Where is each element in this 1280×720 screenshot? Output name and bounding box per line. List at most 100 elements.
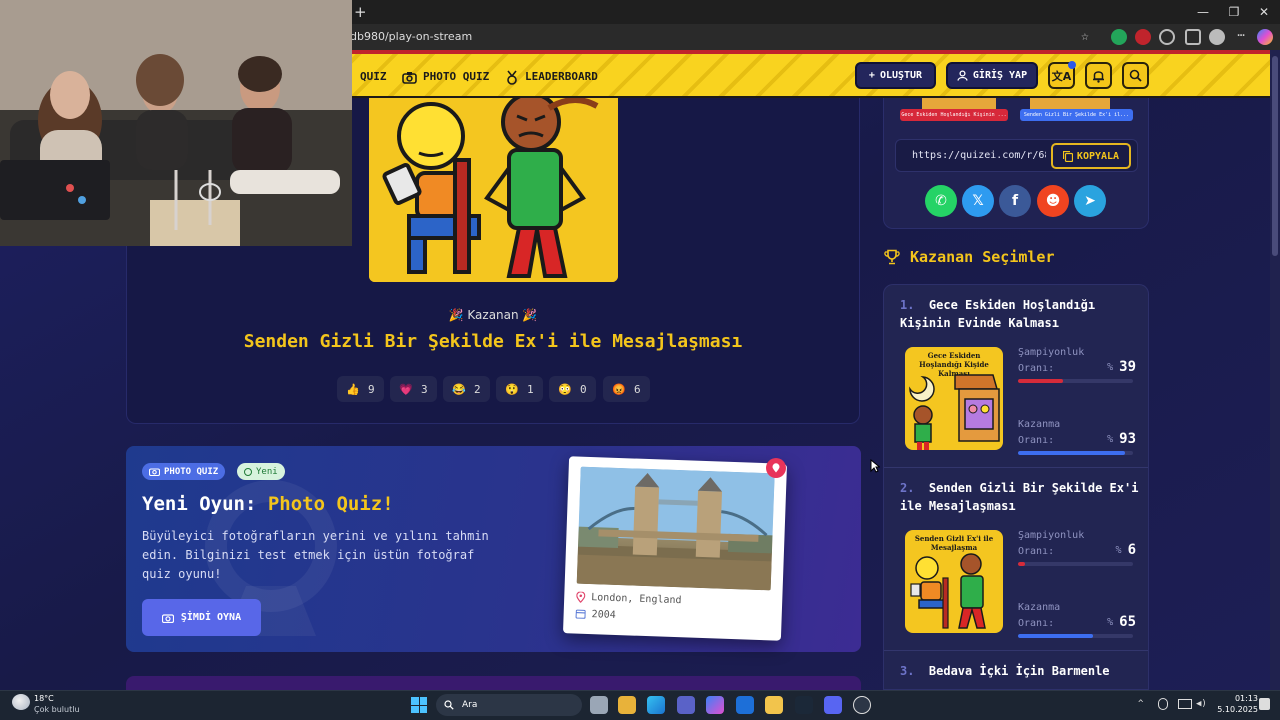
notifications-button[interactable] <box>1085 62 1112 89</box>
new-tab-button[interactable]: + <box>354 3 370 21</box>
reaction-heart[interactable]: 💗 3 <box>390 376 437 402</box>
share-x-button[interactable]: 𝕏 <box>962 185 994 217</box>
extensions-puzzle-icon[interactable] <box>1159 29 1175 45</box>
pct-sign: % <box>1107 433 1114 445</box>
share-reddit-button[interactable]: ☻ <box>1037 185 1069 217</box>
copy-button[interactable]: KOPYALA <box>1051 143 1131 169</box>
win-label-line1: Kazanma <box>1018 419 1061 430</box>
copilot-icon[interactable] <box>1257 29 1273 45</box>
reaction-flushed[interactable]: 😳 0 <box>549 376 596 402</box>
share-thumb-2: Senden Gizli Bir Şekilde Ex'i il... <box>1020 98 1133 126</box>
choice-2-image-text: Senden Gizli Ex'i ile Mesajlaşma <box>914 534 994 552</box>
language-indicator-dot <box>1068 61 1076 69</box>
create-button[interactable]: + OLUŞTUR <box>855 62 936 89</box>
clock-date[interactable]: 5.10.2025 <box>1212 705 1258 715</box>
share-thumb-1-caption: Gece Eskiden Hoşlandığı Kişinin ... <box>900 109 1008 121</box>
extension-ublock-icon[interactable] <box>1135 29 1151 45</box>
file-explorer-icon[interactable] <box>765 696 783 714</box>
win-label-line2: Oranı: <box>1018 618 1055 629</box>
favorites-icon[interactable] <box>1185 29 1201 45</box>
reaction-laugh[interactable]: 😂 2 <box>443 376 490 402</box>
choice-1-champ-bar <box>1018 379 1133 383</box>
winner-kicker: 🎉 Kazanan 🎉 <box>448 308 538 322</box>
winning-choices-list: 1. Gece Eskiden Hoşlandığı Kişinin Evind… <box>883 284 1149 690</box>
reaction-thumbs-up[interactable]: 👍 9 <box>337 376 384 402</box>
win-rate-value: 65 <box>1119 614 1136 630</box>
discord-icon[interactable] <box>824 696 842 714</box>
choice-1-illustration <box>909 374 1000 450</box>
choice-rank: 2. <box>900 481 915 495</box>
extension-shield-icon[interactable] <box>1111 29 1127 45</box>
weather-temp[interactable]: 18°C <box>34 694 84 704</box>
nav-leaderboard-link[interactable]: LEADERBOARD <box>505 69 598 85</box>
clock-time[interactable]: 01:13 <box>1222 694 1258 704</box>
nav-photo-quiz-link[interactable]: PHOTO QUIZ <box>402 69 489 85</box>
share-telegram-button[interactable]: ➤ <box>1074 185 1106 217</box>
win-bar-fill <box>1018 451 1125 455</box>
login-label: GİRİŞ YAP <box>972 70 1028 81</box>
choice-1-title[interactable]: 1. Gece Eskiden Hoşlandığı Kişinin Evind… <box>900 296 1140 332</box>
tower-bridge-illustration <box>576 466 775 591</box>
search-icon <box>444 700 454 710</box>
heart-icon: 💗 <box>399 382 414 396</box>
choice-2-title[interactable]: 2. Senden Gizli Bir Şekilde Ex'i ile Mes… <box>900 479 1140 515</box>
share-thumb-1: Gece Eskiden Hoşlandığı Kişinin ... <box>900 98 1008 126</box>
translate-icon: 文A <box>1051 69 1072 83</box>
choice-3-title[interactable]: 3. Bedava İçki İçin Barmenle <box>900 662 1140 680</box>
task-view-icon[interactable] <box>590 696 608 714</box>
login-button[interactable]: GİRİŞ YAP <box>946 62 1038 89</box>
teams-icon[interactable] <box>677 696 695 714</box>
choice-title-text: Senden Gizli Bir Şekilde Ex'i ile Mesajl… <box>900 481 1139 513</box>
reaction-surprised[interactable]: 😲 1 <box>496 376 543 402</box>
network-icon[interactable] <box>1178 699 1192 709</box>
maximize-button[interactable]: ❐ <box>1225 3 1243 21</box>
microphone-icon[interactable] <box>1158 698 1168 710</box>
webcam-overlay <box>0 0 352 246</box>
win-label-line1: Kazanma <box>1018 602 1061 613</box>
camera-icon <box>149 468 160 476</box>
more-menu-icon[interactable]: ⋯ <box>1233 29 1249 45</box>
volume-icon[interactable]: ◀) <box>1196 699 1208 709</box>
winning-choices-heading: Kazanan Seçimler <box>884 246 1124 268</box>
choice-2-win-rate: % 65 <box>1084 613 1136 631</box>
share-whatsapp-button[interactable]: ✆ <box>925 185 957 217</box>
weather-desc[interactable]: Çok bulutlu <box>34 705 94 715</box>
bookmark-star-icon[interactable]: ☆ <box>1081 29 1097 45</box>
mouse-cursor-icon <box>870 459 880 473</box>
choice-2-image: Senden Gizli Ex'i ile Mesajlaşma <box>905 530 1003 633</box>
notification-center-icon[interactable] <box>1259 698 1270 710</box>
page-scrollbar-thumb[interactable] <box>1272 56 1278 256</box>
promo-title-prefix: Yeni Oyun: <box>142 493 268 515</box>
minimize-button[interactable]: — <box>1194 3 1212 21</box>
champ-label-line2: Oranı: <box>1018 546 1055 557</box>
win-rate-value: 93 <box>1119 431 1136 447</box>
winning-choices-title: Kazanan Seçimler <box>910 248 1055 266</box>
obs-icon[interactable] <box>853 696 871 714</box>
taskbar-search-box[interactable]: Ara <box>436 694 582 716</box>
play-now-button[interactable]: ŞİMDİ OYNA <box>142 599 261 636</box>
pct-sign: % <box>1115 544 1122 556</box>
search-button[interactable] <box>1122 62 1149 89</box>
champ-label-line1: Şampiyonluk <box>1018 347 1085 358</box>
choice-title-text: Bedava İçki İçin Barmenle <box>928 664 1110 678</box>
edge-icon[interactable] <box>647 696 665 714</box>
choice-divider <box>884 650 1148 651</box>
reaction-count: 2 <box>474 382 481 396</box>
nav-quiz-link[interactable]: QUIZ <box>360 69 387 85</box>
surprised-icon: 😲 <box>505 382 520 396</box>
copilot-app-icon[interactable] <box>706 696 724 714</box>
close-window-button[interactable]: ✕ <box>1255 3 1273 21</box>
share-facebook-button[interactable]: f <box>999 185 1031 217</box>
outlook-icon[interactable] <box>736 696 754 714</box>
tray-expand-icon[interactable]: ^ <box>1138 698 1148 710</box>
profile-avatar-icon[interactable] <box>1209 29 1225 45</box>
reaction-angry[interactable]: 😡 6 <box>603 376 650 402</box>
taskbar-search-placeholder: Ara <box>462 700 478 710</box>
steam-icon[interactable] <box>795 696 813 714</box>
choice-1-image: Gece Eskiden Hoşlandığı Kişide Kalması <box>905 347 1003 450</box>
x-icon: 𝕏 <box>972 193 984 209</box>
reaction-count: 6 <box>634 382 641 396</box>
store-icon[interactable] <box>618 696 636 714</box>
windows-start-icon[interactable] <box>411 697 427 713</box>
url-field[interactable]: db980/play-on-stream <box>350 28 1080 46</box>
